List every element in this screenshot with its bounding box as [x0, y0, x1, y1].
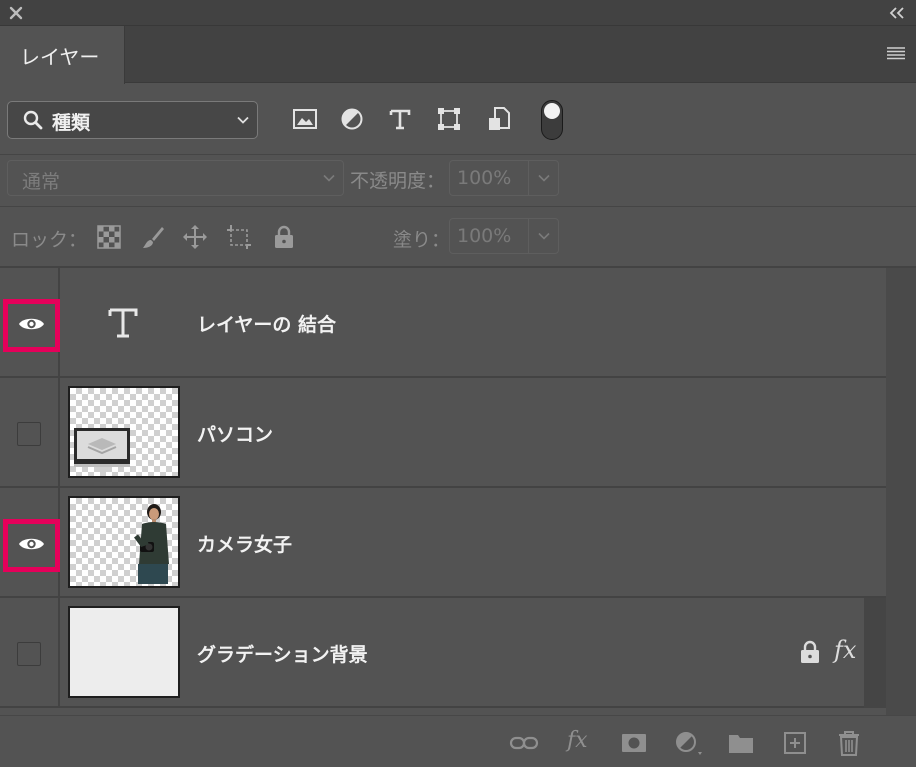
- fill-value: 100%: [457, 225, 512, 247]
- layer-name[interactable]: パソコン: [197, 420, 273, 447]
- visibility-toggle-highlighted[interactable]: [3, 519, 60, 572]
- layers-bottom-bar: fx: [0, 715, 916, 767]
- visibility-toggle-highlighted[interactable]: [3, 299, 60, 352]
- chevron-down-icon: [237, 116, 249, 124]
- new-layer-icon[interactable]: [780, 729, 810, 757]
- layer-row[interactable]: パソコン: [0, 378, 886, 488]
- layer-row[interactable]: カメラ女子: [0, 488, 886, 598]
- lock-all-icon[interactable]: [271, 224, 297, 250]
- search-icon: [23, 110, 43, 130]
- close-icon[interactable]: [6, 3, 26, 23]
- layers-scrollbar-thumb[interactable]: [864, 598, 886, 708]
- filter-toggle[interactable]: [541, 100, 563, 140]
- panel-tabbar: レイヤー: [0, 26, 916, 84]
- fill-label: 塗り：: [393, 229, 451, 251]
- opacity-label: 不透明度：: [350, 170, 446, 192]
- add-style-icon[interactable]: fx: [567, 728, 588, 753]
- link-layers-icon[interactable]: [509, 729, 539, 757]
- divider: [0, 154, 916, 155]
- blend-mode-value: 通常: [22, 171, 61, 193]
- lock-transparent-icon[interactable]: [96, 224, 122, 250]
- delete-layer-icon[interactable]: [834, 729, 864, 757]
- new-group-icon[interactable]: [726, 729, 756, 757]
- field-divider: [528, 161, 529, 195]
- layer-thumbnail: [68, 606, 180, 698]
- smart-object-filter-icon[interactable]: [484, 104, 514, 134]
- layer-row[interactable]: グラデーション背景 fx: [0, 598, 886, 708]
- layers-list: レイヤーの 結合 パソコン カメラ女子 グラデーション背景 fx: [0, 268, 886, 715]
- lock-artboard-icon[interactable]: [226, 224, 252, 250]
- eye-icon: [19, 318, 44, 330]
- shape-filter-icon[interactable]: [434, 104, 464, 134]
- visibility-column: [0, 268, 60, 376]
- layer-filter-row: 種類: [0, 84, 916, 154]
- collapse-double-chevron-icon[interactable]: [888, 5, 906, 21]
- panel-menu-icon[interactable]: [886, 44, 906, 62]
- woman-with-camera-image: [134, 504, 169, 584]
- chevron-down-icon[interactable]: [536, 228, 552, 244]
- tab-layers[interactable]: レイヤー: [0, 26, 125, 84]
- filter-kind-select[interactable]: 種類: [7, 101, 258, 139]
- divider: [0, 206, 916, 207]
- layer-thumbnail: [68, 386, 180, 478]
- lock-label: ロック：: [11, 229, 88, 251]
- blend-mode-select[interactable]: 通常: [7, 160, 344, 196]
- adjustment-filter-icon[interactable]: [337, 104, 367, 134]
- computer-image: [74, 428, 130, 472]
- layer-name[interactable]: レイヤーの 結合: [197, 310, 336, 337]
- add-mask-icon[interactable]: [619, 729, 649, 757]
- opacity-value: 100%: [457, 167, 512, 189]
- tab-layers-label: レイヤー: [20, 45, 100, 69]
- fill-field[interactable]: 100%: [449, 218, 559, 254]
- type-layer-icon: [108, 308, 138, 338]
- chevron-down-icon: [323, 174, 335, 182]
- lock-icon: [801, 640, 819, 663]
- lock-position-icon[interactable]: [182, 224, 208, 250]
- new-adjustment-icon[interactable]: [672, 729, 702, 757]
- lock-paint-icon[interactable]: [140, 224, 166, 250]
- filter-toggle-knob: [544, 103, 560, 119]
- layer-row[interactable]: レイヤーの 結合: [0, 268, 886, 378]
- layers-scrollbar[interactable]: [886, 268, 916, 715]
- eye-icon: [19, 538, 44, 550]
- image-filter-icon[interactable]: [290, 104, 320, 134]
- layer-name[interactable]: グラデーション背景: [197, 640, 368, 667]
- visibility-column: [0, 598, 60, 706]
- filter-kind-label: 種類: [52, 112, 91, 134]
- visibility-toggle-off[interactable]: [17, 422, 41, 446]
- field-divider: [528, 219, 529, 253]
- visibility-column: [0, 488, 60, 596]
- layer-thumbnail: [68, 496, 180, 588]
- panel-titlebar: [0, 0, 916, 26]
- layer-effects-icon[interactable]: fx: [834, 636, 856, 664]
- visibility-column: [0, 378, 60, 486]
- visibility-toggle-off[interactable]: [17, 642, 41, 666]
- opacity-field[interactable]: 100%: [449, 160, 559, 196]
- layer-name[interactable]: カメラ女子: [197, 530, 292, 557]
- type-filter-icon[interactable]: [385, 104, 415, 134]
- chevron-down-icon[interactable]: [536, 170, 552, 186]
